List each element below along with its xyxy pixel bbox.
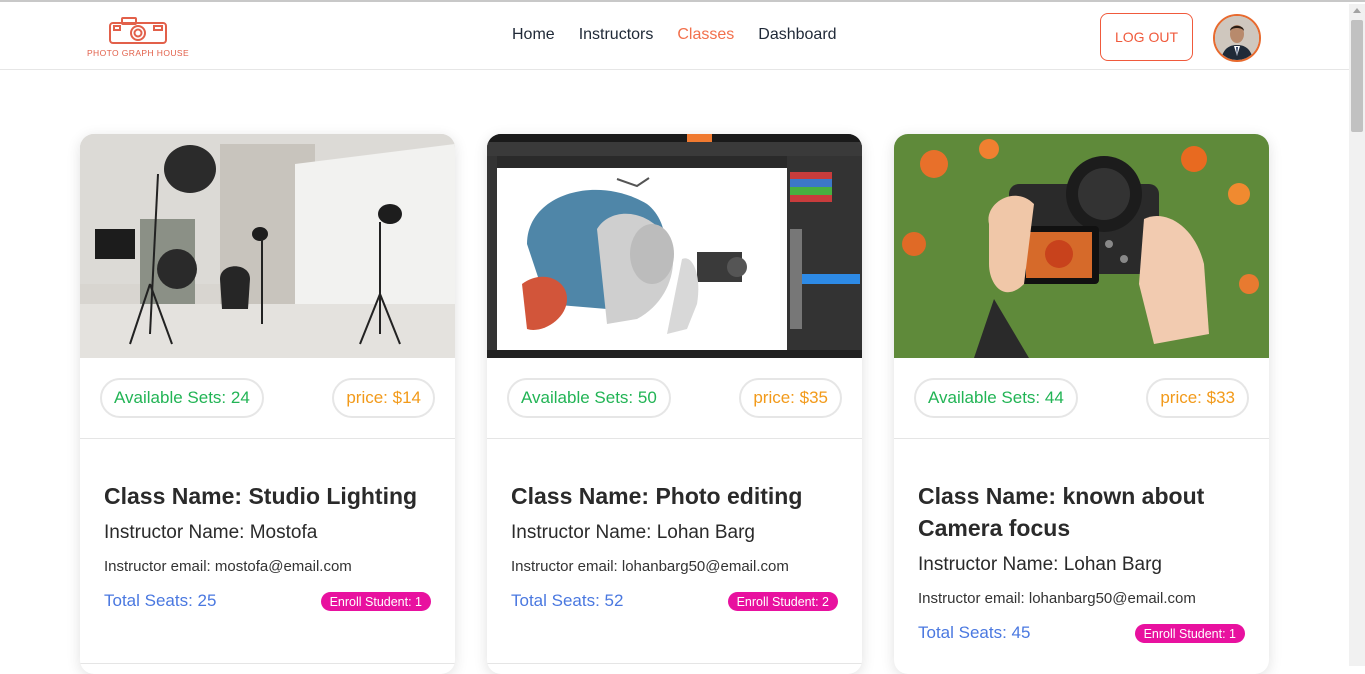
photo-editing-image-icon	[487, 134, 862, 358]
scroll-thumb[interactable]	[1351, 20, 1363, 132]
class-image	[487, 134, 862, 358]
available-sets-badge: Available Sets: 50	[507, 378, 671, 418]
brand-logo[interactable]: PHOTO GRAPH HOUSE	[86, 16, 190, 60]
available-sets-badge: Available Sets: 24	[100, 378, 264, 418]
class-card: Available Sets: 24 price: $14 Class Name…	[80, 134, 455, 674]
nav-instructors[interactable]: Instructors	[579, 26, 654, 44]
instructor-name: Instructor Name: Lohan Barg	[511, 522, 755, 543]
camera-focus-image-icon	[894, 134, 1269, 358]
instructor-email: Instructor email: mostofa@email.com	[104, 558, 352, 575]
class-meta-row: Available Sets: 44 price: $33	[894, 358, 1269, 439]
instructor-email: Instructor email: lohanbarg50@email.com	[918, 590, 1196, 607]
class-name: Class Name: Photo editing	[511, 483, 803, 509]
nav-classes[interactable]: Classes	[677, 26, 734, 44]
total-seats: Total Seats: 25	[104, 591, 217, 610]
enroll-student-badge: Enroll Student: 1	[320, 592, 431, 611]
price-badge: price: $33	[1146, 378, 1249, 418]
logout-button[interactable]: LOG OUT	[1100, 13, 1193, 61]
total-seats: Total Seats: 45	[918, 623, 1031, 642]
enroll-student-badge: Enroll Student: 2	[727, 592, 838, 611]
nav-dashboard[interactable]: Dashboard	[758, 26, 836, 44]
browser-frame: PHOTO GRAPH HOUSE Home Instructors Class…	[0, 0, 1365, 674]
instructor-email: Instructor email: lohanbarg50@email.com	[511, 558, 789, 575]
class-name: Class Name: known about Camera focus	[918, 483, 1205, 541]
class-meta-row: Available Sets: 50 price: $35	[487, 358, 862, 439]
class-image	[894, 134, 1269, 358]
enroll-student-badge: Enroll Student: 1	[1134, 624, 1245, 643]
class-meta-row: Available Sets: 24 price: $14	[80, 358, 455, 439]
studio-lighting-image-icon	[80, 134, 455, 358]
main-nav: Home Instructors Classes Dashboard	[512, 26, 837, 44]
instructor-name: Instructor Name: Lohan Barg	[918, 554, 1162, 575]
total-seats: Total Seats: 52	[511, 591, 624, 610]
scroll-up-arrow-icon[interactable]	[1353, 8, 1361, 13]
price-badge: price: $14	[332, 378, 435, 418]
price-badge: price: $35	[739, 378, 842, 418]
class-name: Class Name: Studio Lighting	[104, 483, 418, 509]
top-navbar: PHOTO GRAPH HOUSE Home Instructors Class…	[0, 4, 1349, 70]
class-card: Available Sets: 44 price: $33 Class Name…	[894, 134, 1269, 674]
available-sets-badge: Available Sets: 44	[914, 378, 1078, 418]
nav-home[interactable]: Home	[512, 26, 555, 44]
class-card: Available Sets: 50 price: $35 Class Name…	[487, 134, 862, 674]
page-scrollbar[interactable]	[1349, 4, 1365, 666]
user-avatar[interactable]	[1213, 14, 1261, 62]
user-avatar-icon	[1215, 16, 1259, 60]
camera-logo-icon	[109, 17, 167, 44]
class-image	[80, 134, 455, 358]
instructor-name: Instructor Name: Mostofa	[104, 522, 318, 543]
logo-text: PHOTO GRAPH HOUSE	[86, 48, 190, 58]
